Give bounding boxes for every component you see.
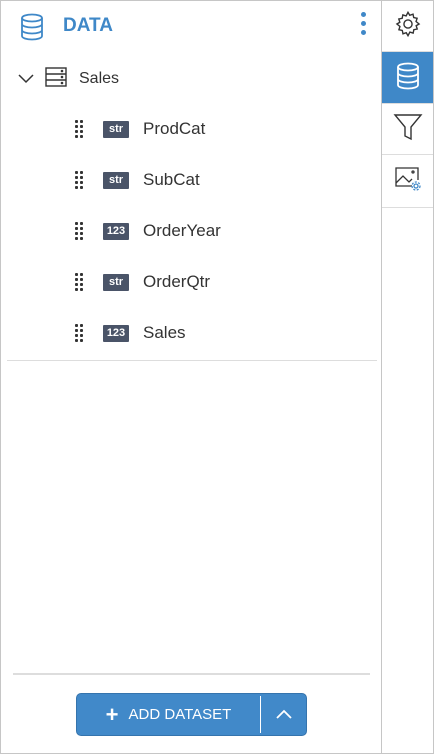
field-type-badge: str <box>103 273 129 291</box>
add-dataset-dropdown[interactable] <box>260 696 306 733</box>
field-item[interactable]: 123 OrderYear <box>75 217 221 245</box>
add-dataset-main[interactable]: + ADD DATASET <box>77 694 260 735</box>
tab-data[interactable] <box>382 52 433 104</box>
add-dataset-button[interactable]: + ADD DATASET <box>76 693 307 736</box>
field-item[interactable]: 123 Sales <box>75 319 186 347</box>
dataset-node[interactable]: Sales <box>17 65 119 93</box>
tab-settings[interactable] <box>382 1 433 52</box>
drag-handle-icon[interactable] <box>75 323 83 343</box>
divider <box>7 360 377 361</box>
tab-image-settings[interactable] <box>382 155 433 208</box>
field-name: Sales <box>143 323 186 342</box>
more-vertical-icon[interactable] <box>359 12 367 38</box>
data-panel: DATA Sales str ProdCat str SubCat 123 OrderYe… <box>1 1 382 753</box>
field-item[interactable]: str ProdCat <box>75 115 205 143</box>
dataset-name: Sales <box>79 70 120 87</box>
add-dataset-label: ADD DATASET <box>128 706 232 723</box>
chevron-down-icon[interactable] <box>17 70 35 89</box>
drag-handle-icon[interactable] <box>75 272 83 292</box>
plus-icon: + <box>105 701 119 727</box>
image-settings-icon <box>394 166 422 196</box>
drag-handle-icon[interactable] <box>75 170 83 190</box>
divider <box>13 673 370 675</box>
database-icon <box>395 62 421 94</box>
field-name: OrderYear <box>143 221 221 240</box>
field-type-badge: 123 <box>103 222 129 240</box>
field-type-badge: 123 <box>103 324 129 342</box>
filter-icon <box>393 112 423 146</box>
drag-handle-icon[interactable] <box>75 221 83 241</box>
database-icon <box>19 13 45 45</box>
field-type-badge: str <box>103 171 129 189</box>
gear-icon <box>394 10 422 42</box>
drag-handle-icon[interactable] <box>75 119 83 139</box>
field-item[interactable]: str OrderQtr <box>75 268 210 296</box>
field-item[interactable]: str SubCat <box>75 166 200 194</box>
chevron-up-icon <box>275 705 293 724</box>
tab-filter[interactable] <box>382 104 433 155</box>
field-type-badge: str <box>103 120 129 138</box>
field-name: SubCat <box>143 170 200 189</box>
panel-title: DATA <box>63 15 113 36</box>
field-name: ProdCat <box>143 119 206 138</box>
field-name: OrderQtr <box>143 272 211 291</box>
side-tabs <box>382 1 433 208</box>
table-icon <box>45 67 67 91</box>
